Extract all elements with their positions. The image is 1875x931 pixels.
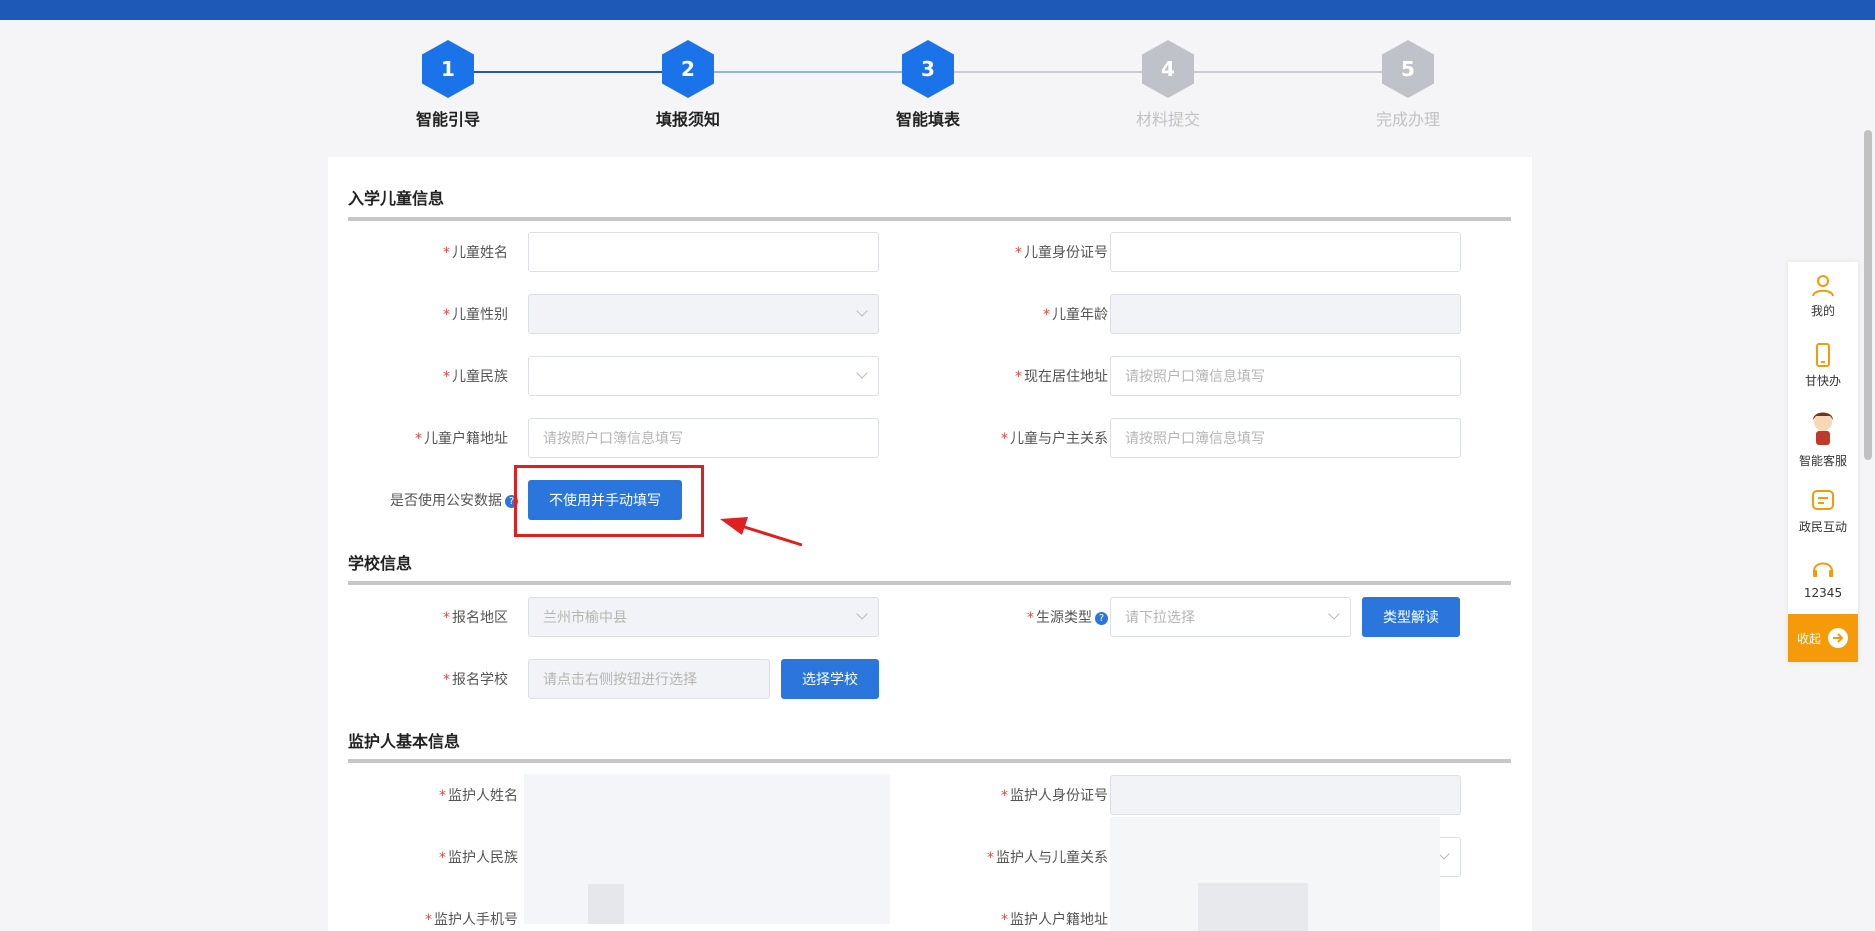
step-5: 5 完成办理 [1348, 40, 1468, 130]
child-address-input[interactable]: 请按照户口簿信息填写 [1110, 356, 1461, 396]
highlight-box [514, 465, 704, 537]
child-nation-label: * 儿童民族 [443, 369, 508, 385]
step-number: 4 [1142, 40, 1194, 98]
progress-steps: 1 智能引导 2 填报须知 3 智能填表 4 材料提交 5 完成办理 [330, 40, 1530, 140]
step-label: 填报须知 [655, 110, 720, 129]
help-icon[interactable]: ? [1095, 611, 1108, 625]
child-gender-label: * 儿童性别 [443, 307, 508, 323]
sidebar-item-gankuaiban[interactable]: 甘快办 [1788, 342, 1858, 389]
guardian-huji-label: * 监护人户籍地址 [1001, 912, 1108, 928]
section-divider [348, 759, 1511, 763]
step-2: 2 填报须知 [628, 40, 748, 130]
section-title-child: 入学儿童信息 [348, 189, 445, 208]
child-id-input[interactable] [1110, 232, 1461, 272]
step-label: 材料提交 [1135, 110, 1200, 129]
child-name-label: * 儿童姓名 [443, 245, 508, 261]
redacted-area [1198, 883, 1308, 931]
step-3: 3 智能填表 [868, 40, 988, 130]
source-type-label: * 生源类型? [728, 607, 1108, 627]
child-id-label: * 儿童身份证号 [1015, 245, 1108, 261]
section-title-school: 学校信息 [348, 554, 413, 573]
page-scrollbar[interactable] [1864, 130, 1872, 460]
top-banner [0, 0, 1875, 20]
guardian-phone-label: * 监护人手机号 [425, 912, 518, 928]
step-label: 智能填表 [895, 110, 960, 129]
step-label: 智能引导 [415, 110, 480, 129]
step-1: 1 智能引导 [388, 40, 508, 130]
police-data-label: 是否使用公安数据? [328, 490, 518, 510]
select-school-button[interactable]: 选择学校 [781, 659, 879, 699]
redacted-area [588, 884, 624, 924]
section-title-guardian: 监护人基本信息 [348, 732, 461, 751]
phone-icon [1816, 343, 1830, 367]
form-card: 入学儿童信息 * 儿童姓名 * 儿童身份证号 * 儿童性别 * 儿童年龄 * 儿童民族 *… [328, 157, 1532, 931]
chevron-down-icon [1438, 848, 1450, 860]
message-icon [1812, 490, 1834, 510]
sidebar-item-hotline[interactable]: 12345 [1788, 556, 1858, 600]
guardian-nation-label: * 监护人民族 [439, 850, 518, 866]
child-address-label: * 现在居住地址 [1015, 369, 1108, 385]
guardian-relation-label: * 监护人与儿童关系 [987, 850, 1108, 866]
annotation-arrow-icon [720, 517, 803, 547]
collapse-button[interactable]: 收起 [1788, 614, 1858, 662]
guardian-name-label: * 监护人姓名 [439, 788, 518, 804]
child-age-input[interactable] [1110, 294, 1461, 334]
assistant-avatar-icon [1813, 412, 1833, 445]
source-type-select[interactable]: 请下拉选择 [1110, 597, 1351, 637]
type-explain-button[interactable]: 类型解读 [1362, 597, 1460, 637]
section-divider [348, 217, 1511, 221]
school-label: * 报名学校 [443, 672, 508, 688]
arrow-right-icon [1828, 628, 1848, 648]
child-age-label: * 儿童年龄 [1043, 307, 1108, 323]
step-label: 完成办理 [1375, 110, 1440, 129]
child-huji-label: * 儿童户籍地址 [415, 431, 508, 447]
step-number: 1 [422, 40, 474, 98]
user-icon [1812, 275, 1834, 297]
guardian-id-input[interactable] [1110, 775, 1461, 815]
step-number: 3 [902, 40, 954, 98]
floating-sidebar: 我的 甘快办 智能客服 政民互动 12345 收起 [1788, 262, 1858, 662]
step-number: 5 [1382, 40, 1434, 98]
sidebar-item-assistant[interactable]: 智能客服 [1788, 408, 1858, 469]
section-divider [348, 581, 1511, 585]
sidebar-item-mine[interactable]: 我的 [1788, 272, 1858, 319]
step-4: 4 材料提交 [1108, 40, 1228, 130]
child-relation-input[interactable]: 请按照户口簿信息填写 [1110, 418, 1461, 458]
school-input[interactable]: 请点击右侧按钮进行选择 [528, 659, 770, 699]
headset-icon [1813, 562, 1833, 577]
region-label: * 报名地区 [443, 610, 508, 626]
chevron-down-icon [1328, 608, 1340, 620]
sidebar-item-interaction[interactable]: 政民互动 [1788, 488, 1858, 535]
child-relation-label: * 儿童与户主关系 [1001, 431, 1108, 447]
guardian-id-label: * 监护人身份证号 [1001, 788, 1108, 804]
step-number: 2 [662, 40, 714, 98]
